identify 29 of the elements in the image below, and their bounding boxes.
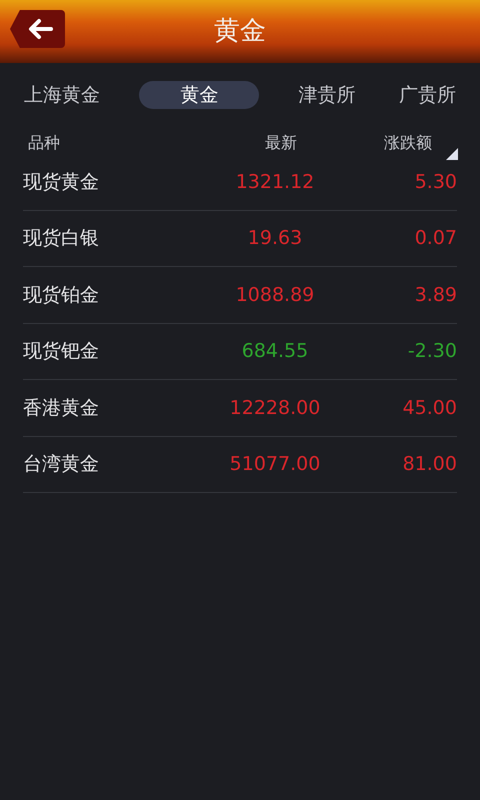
tab[interactable]: 广贵所 xyxy=(394,81,460,109)
table-cell-text: 19.63 xyxy=(246,226,304,251)
column-header: 最新 xyxy=(264,132,298,154)
sort-triangle-icon xyxy=(446,148,458,160)
table-cell-text: 81.00 xyxy=(402,452,457,477)
table-cell-text: 684.55 xyxy=(240,339,310,364)
table-cell-text: 台湾黄金 xyxy=(23,452,100,477)
column-header: 涨跌额 xyxy=(384,132,432,154)
tab[interactable]: 上海黄金 xyxy=(20,81,104,109)
table-cell-text: 1321.12 xyxy=(234,170,316,194)
table-cell-text: 51077.00 xyxy=(228,452,322,477)
table-cell-text: 5.30 xyxy=(414,170,457,194)
table-cell-text: 45.00 xyxy=(402,396,457,420)
table-cell-text: 现货钯金 xyxy=(23,339,100,364)
tab[interactable]: 黄金 xyxy=(139,81,260,109)
table-cell-text: 香港黄金 xyxy=(23,396,100,420)
table-cell-text: -2.30 xyxy=(408,339,457,364)
table-cell-text: 0.07 xyxy=(414,226,457,251)
back-button[interactable] xyxy=(10,10,65,48)
table-cell-text: 现货白银 xyxy=(23,226,100,251)
tab[interactable]: 津贵所 xyxy=(294,81,360,109)
table-cell-text: 现货黄金 xyxy=(23,170,100,194)
table-cell-text: 1088.89 xyxy=(234,282,316,308)
back-arrow-icon xyxy=(26,18,52,40)
column-header: 品种 xyxy=(28,132,61,154)
table-cell-text: 3.89 xyxy=(414,282,457,308)
window-title: 黄金 xyxy=(214,15,266,48)
table-cell-text: 12228.00 xyxy=(228,396,322,420)
table-cell-text: 现货铂金 xyxy=(23,282,100,308)
